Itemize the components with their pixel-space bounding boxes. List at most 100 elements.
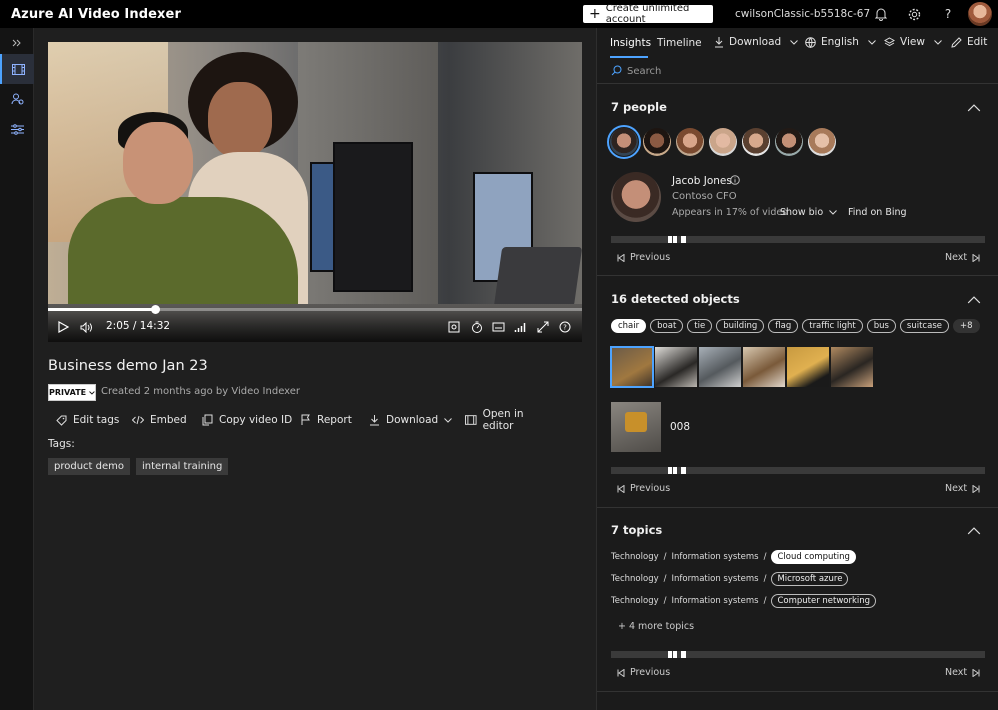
video-progress-thumb[interactable] — [150, 305, 160, 314]
tags-label: Tags: — [48, 438, 75, 450]
people-icon — [11, 93, 23, 105]
language-dropdown[interactable]: English — [805, 36, 876, 48]
app-title[interactable]: Azure AI Video Indexer — [11, 7, 181, 22]
object-chip[interactable]: suitcase — [899, 319, 949, 333]
object-chip[interactable]: flag — [768, 319, 799, 333]
captions-icon[interactable] — [492, 319, 505, 335]
topic-chip[interactable]: Cloud computing — [771, 550, 856, 564]
chevron-up-icon[interactable] — [967, 526, 981, 536]
topics-timeline[interactable] — [611, 651, 985, 658]
person-appearance: Appears in 17% of video — [672, 207, 789, 218]
chevron-up-icon[interactable] — [967, 103, 981, 113]
chevron-up-icon[interactable] — [967, 295, 981, 305]
account-name[interactable]: cwilsonClassic-b5518c-67 — [735, 8, 870, 20]
create-account-button[interactable]: + Create unlimited account — [583, 3, 713, 25]
person-thumbnail[interactable] — [775, 128, 803, 156]
report-button[interactable]: Report — [301, 412, 369, 428]
people-timeline[interactable] — [611, 236, 985, 243]
person-thumbnail[interactable] — [607, 125, 641, 159]
person-thumbnail[interactable] — [808, 128, 836, 156]
next-button[interactable]: Next — [945, 667, 980, 678]
fullscreen-icon[interactable] — [537, 319, 549, 335]
object-chip[interactable]: boat — [650, 319, 684, 333]
visibility-dropdown[interactable]: PRIVATE — [48, 384, 96, 401]
video-player[interactable]: 2:05 / 14:32 ? — [48, 42, 582, 342]
help-icon[interactable]: ? — [940, 6, 956, 22]
tag-chip[interactable]: product demo — [48, 458, 130, 475]
tag-chip[interactable]: internal training — [136, 458, 229, 475]
object-thumbnail[interactable] — [743, 347, 785, 387]
object-thumbnail[interactable] — [787, 347, 829, 387]
person-thumbnail[interactable] — [676, 128, 704, 156]
globe-icon — [805, 36, 816, 48]
person-thumbnail[interactable] — [643, 128, 671, 156]
chevron-down-icon — [89, 390, 95, 395]
tab-insights[interactable]: Insights — [610, 37, 651, 49]
object-chip[interactable]: traffic light — [802, 319, 863, 333]
objects-section: 16 detected objects chair boat tie build… — [597, 276, 998, 508]
next-button[interactable]: Next — [945, 252, 980, 263]
object-thumbnails — [610, 346, 873, 388]
embed-button[interactable]: Embed — [132, 412, 202, 428]
gear-icon[interactable] — [906, 6, 922, 22]
show-bio-button[interactable]: Show bio — [780, 207, 837, 218]
object-thumbnail[interactable] — [655, 347, 697, 387]
selected-person-photo — [611, 172, 661, 222]
rail-item-settings[interactable] — [0, 114, 34, 144]
edit-tags-button[interactable]: Edit tags — [56, 412, 132, 428]
video-progress-bar[interactable] — [48, 305, 582, 314]
find-on-bing-link[interactable]: Find on Bing — [848, 207, 907, 218]
selected-object-image — [611, 402, 661, 452]
speed-icon[interactable] — [471, 319, 483, 335]
object-chip[interactable]: tie — [687, 319, 713, 333]
video-time: 2:05 / 14:32 — [106, 320, 171, 332]
topic-chip[interactable]: Microsoft azure — [771, 572, 849, 586]
object-thumbnail[interactable] — [699, 347, 741, 387]
more-objects-chip[interactable]: +8 — [952, 319, 980, 333]
capture-icon[interactable] — [448, 319, 460, 335]
previous-button[interactable]: Previous — [617, 483, 670, 494]
edit-button[interactable]: Edit — [951, 36, 987, 48]
help-circle-icon[interactable]: ? — [559, 319, 571, 335]
panel-download-button[interactable]: Download — [714, 36, 799, 48]
object-thumbnail[interactable] — [610, 346, 654, 388]
play-icon[interactable] — [58, 319, 69, 335]
info-icon[interactable] — [730, 175, 740, 185]
objects-timeline[interactable] — [611, 467, 985, 474]
download-button[interactable]: Download — [369, 412, 465, 428]
user-avatar[interactable] — [968, 2, 992, 26]
person-thumbnail[interactable] — [709, 128, 737, 156]
object-chip[interactable]: bus — [866, 319, 896, 333]
object-thumbnail[interactable] — [831, 347, 873, 387]
chevron-down-icon — [829, 210, 837, 215]
next-button[interactable]: Next — [945, 483, 980, 494]
tag-icon — [56, 415, 67, 426]
editor-icon — [465, 415, 477, 425]
more-topics-link[interactable]: + 4 more topics — [618, 621, 694, 632]
tab-timeline[interactable]: Timeline — [657, 37, 702, 49]
search-icon — [611, 65, 622, 76]
rail-item-people[interactable] — [0, 84, 34, 114]
skip-previous-icon — [617, 484, 625, 493]
open-in-editor-button[interactable]: Open in editor — [465, 408, 555, 432]
people-thumbnails — [607, 125, 836, 159]
pencil-icon — [951, 36, 962, 48]
rail-item-media[interactable] — [0, 54, 34, 84]
person-thumbnail[interactable] — [742, 128, 770, 156]
copy-video-id-button[interactable]: Copy video ID — [202, 412, 301, 428]
volume-icon[interactable] — [80, 319, 93, 335]
topic-chip[interactable]: Computer networking — [771, 594, 877, 608]
quality-icon[interactable] — [514, 319, 526, 335]
left-rail — [0, 28, 34, 710]
insights-search[interactable]: Search — [597, 58, 998, 84]
view-dropdown[interactable]: View — [884, 36, 942, 48]
bell-icon[interactable] — [873, 6, 889, 22]
video-title: Business demo Jan 23 — [48, 358, 208, 374]
previous-button[interactable]: Previous — [617, 667, 670, 678]
previous-button[interactable]: Previous — [617, 252, 670, 263]
topic-row: Technology / Information systems / Compute… — [611, 594, 877, 608]
object-chip[interactable]: chair — [611, 319, 647, 333]
person-name: Jacob Jones — [672, 175, 732, 187]
object-chip[interactable]: building — [716, 319, 765, 333]
svg-text:?: ? — [563, 324, 567, 332]
